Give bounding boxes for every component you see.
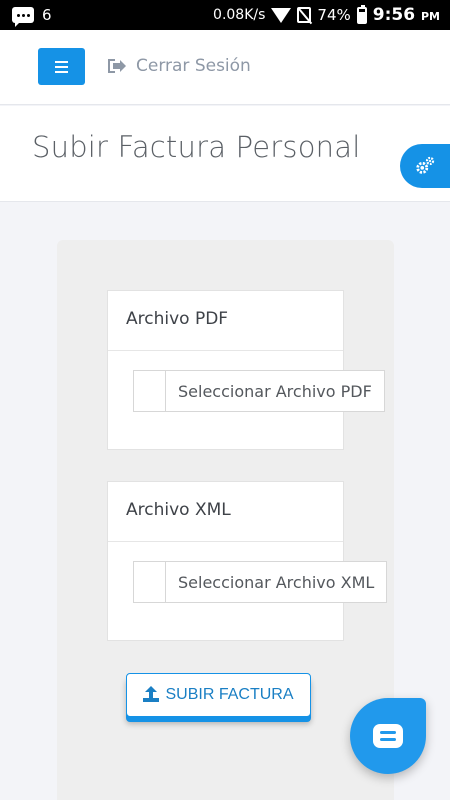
submit-invoice-button[interactable]: SUBIR FACTURA: [126, 673, 311, 717]
battery-icon: [356, 4, 367, 24]
pdf-file-label[interactable]: Seleccionar Archivo PDF: [166, 370, 385, 412]
clock: 9:56 PM: [372, 5, 440, 25]
page-header: Subir Factura Personal: [0, 106, 450, 202]
pdf-file-button[interactable]: [133, 370, 166, 412]
status-bar: 6 0.08K/s 74% 9:56 PM: [0, 0, 450, 30]
hamburger-icon: [55, 60, 68, 63]
notification-count: 6: [42, 6, 52, 24]
xml-file-button[interactable]: [133, 561, 166, 603]
settings-button[interactable]: [400, 144, 450, 188]
submit-label: SUBIR FACTURA: [165, 686, 294, 703]
sign-out-icon: [108, 59, 126, 73]
menu-toggle-button[interactable]: [38, 48, 85, 85]
logout-label: Cerrar Sesión: [136, 56, 251, 76]
logout-link[interactable]: Cerrar Sesión: [108, 56, 251, 76]
wifi-icon: [271, 7, 292, 23]
chat-icon: [373, 724, 403, 748]
message-notification-icon: [12, 7, 34, 27]
no-sim-icon: [297, 7, 312, 23]
pdf-card-title: Archivo PDF: [108, 291, 343, 351]
chat-button[interactable]: [350, 698, 426, 774]
xml-file-label[interactable]: Seleccionar Archivo XML: [166, 561, 388, 603]
xml-card-title: Archivo XML: [108, 482, 343, 542]
upload-icon: [143, 686, 160, 702]
xml-upload-card: Archivo XML Seleccionar Archivo XML: [107, 481, 388, 641]
top-navbar: Cerrar Sesión: [0, 30, 450, 105]
battery-percent: 74%: [317, 6, 351, 24]
pdf-file-input[interactable]: Seleccionar Archivo PDF: [133, 370, 385, 412]
gears-icon: [416, 156, 435, 174]
xml-file-input[interactable]: Seleccionar Archivo XML: [133, 561, 388, 603]
pdf-upload-card: Archivo PDF Seleccionar Archivo PDF: [107, 290, 385, 450]
network-speed: 0.08K/s: [213, 7, 266, 23]
page-title: Subir Factura Personal: [32, 130, 361, 164]
